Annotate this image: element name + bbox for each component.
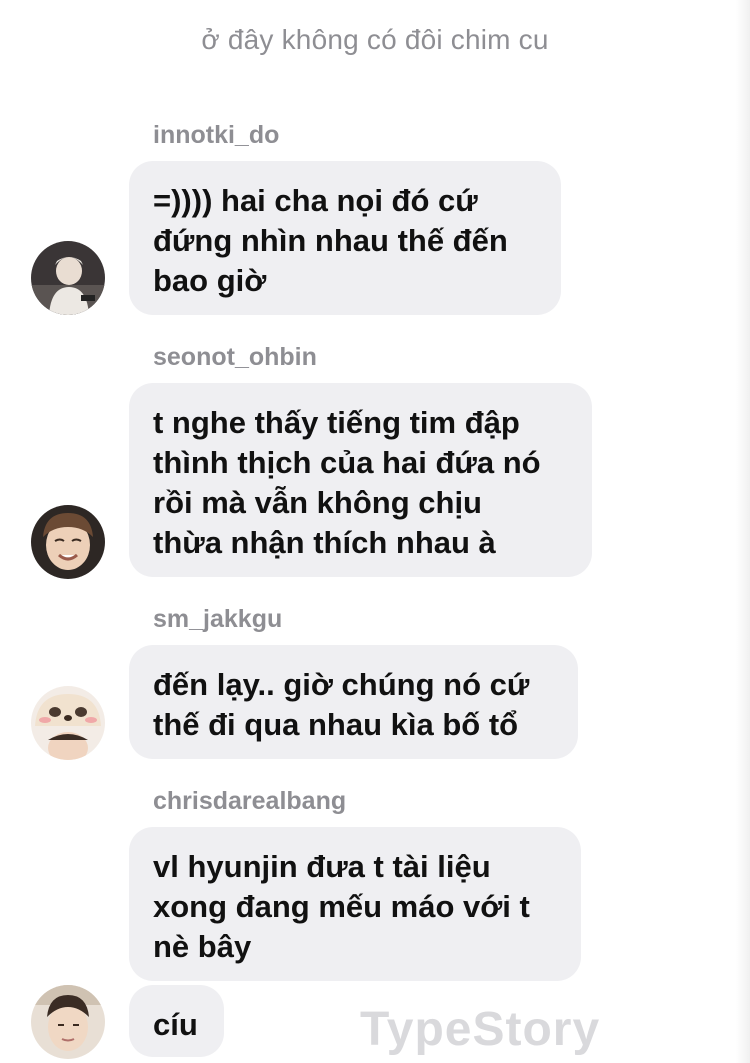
message-username[interactable]: chrisdarealbang [153,787,346,816]
user-avatar[interactable] [31,985,105,1059]
message-username[interactable]: innotki_do [153,121,279,150]
chat-title: ở đây không có đôi chim cu [201,24,549,55]
user-avatar[interactable] [31,505,105,579]
user-avatar[interactable] [31,241,105,315]
message-bubble[interactable]: vl hyunjin đưa t tài liệu xong đang mếu … [129,827,581,981]
message-username[interactable]: sm_jakkgu [153,605,282,634]
message-bubble[interactable]: t nghe thấy tiếng tim đập thình thịch củ… [129,383,592,577]
message-bubble[interactable]: =)))) hai cha nọi đó cứ đứng nhìn nhau t… [129,161,561,315]
message-bubble[interactable]: cíu [129,985,224,1057]
scroll-edge [736,0,750,1063]
message-bubble[interactable]: đến lạy.. giờ chúng nó cứ thế đi qua nha… [129,645,578,759]
message-username[interactable]: seonot_ohbin [153,343,317,372]
user-avatar[interactable] [31,686,105,760]
watermark-logo: TypeStory [360,1003,601,1056]
